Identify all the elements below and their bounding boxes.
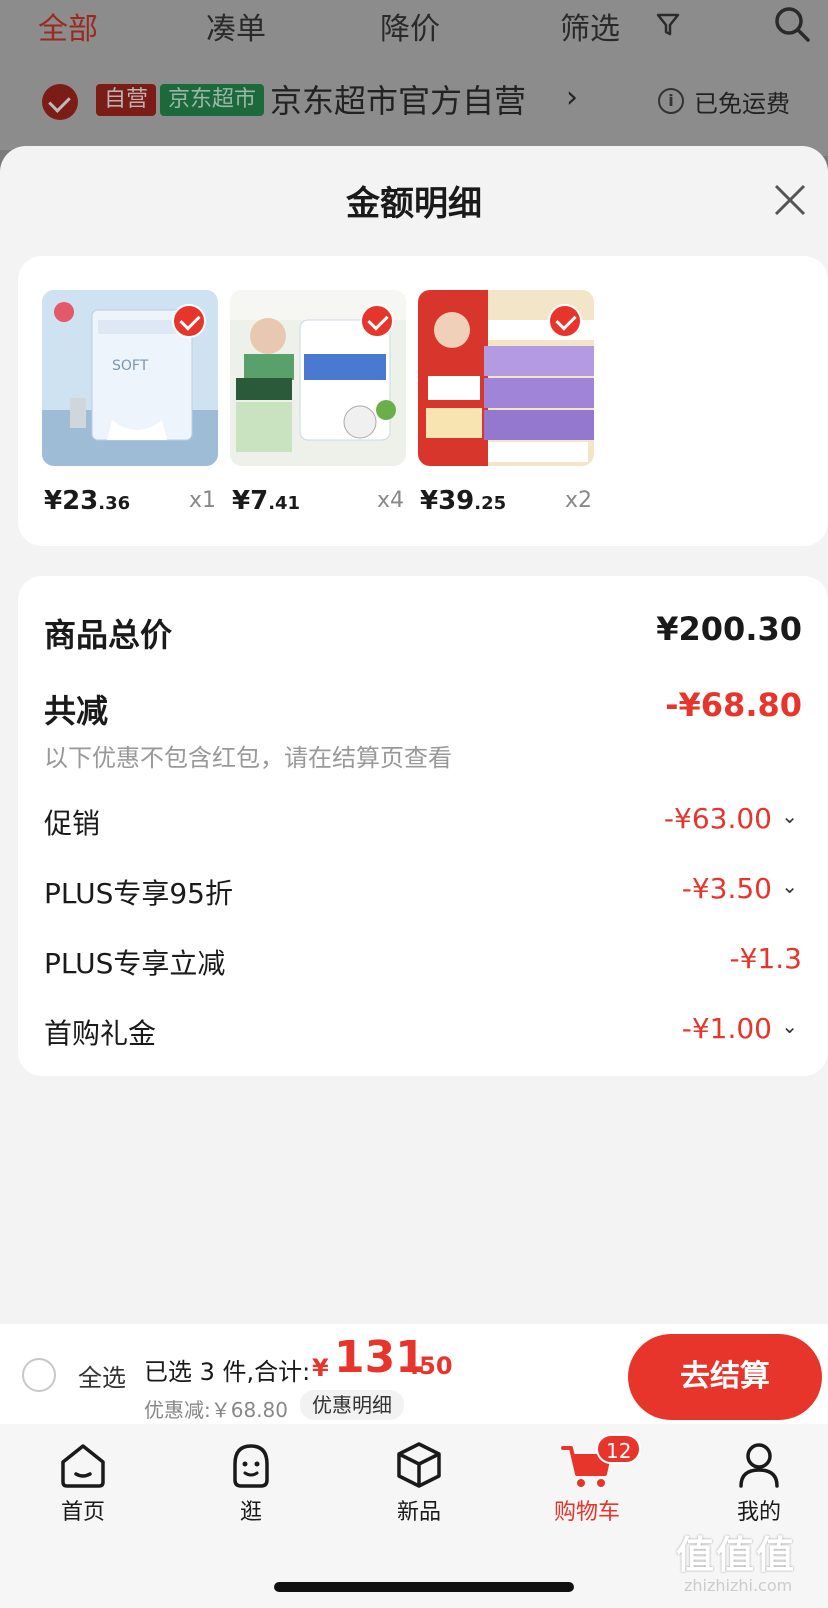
bottom-nav: 首页 逛 新品 12 购物车 我的 值值值 zhizhizhi.com [0,1424,828,1608]
nav-new[interactable]: 新品 [364,1440,474,1526]
nav-label: 首页 [60,1500,105,1525]
item-check-icon[interactable] [360,304,394,338]
tab-price-drop[interactable]: 降价 [380,4,440,48]
product-qty: x4 [376,488,404,513]
box-icon [397,1442,441,1488]
close-icon[interactable] [772,182,808,218]
promo-label[interactable]: 促销 [44,802,100,842]
product-item[interactable]: SOFT ¥23.36 x1 [42,290,218,516]
nav-label: 购物车 [553,1500,620,1525]
nav-mine[interactable]: 我的 [704,1440,814,1526]
store-header: 自营 京东超市 京东超市官方自营 › i 已免运费 [18,66,828,156]
store-name[interactable]: 京东超市官方自营 [270,76,526,122]
selected-items-card: SOFT ¥23.36 x1 ¥7.41 x4 ¥39.25 x2 [18,256,828,546]
nav-label: 逛 [239,1500,262,1525]
checkout-bar: 全选 已选 3 件,合计: ¥ 131 .50 优惠减:￥68.80 优惠明细 … [0,1324,828,1424]
product-image [418,290,594,466]
amount-detail-sheet: 金额明细 SOFT ¥23.36 x1 ¥7.41 x4 ¥39.25 x2 商… [0,146,828,1324]
nav-label: 新品 [396,1500,441,1525]
watermark-logo: 值值值 [676,1533,797,1577]
plus-reduce-value: -¥1.3 [729,942,802,975]
plus-reduce-label: PLUS专享立减 [44,947,226,980]
search-icon[interactable] [772,4,812,44]
item-check-icon[interactable] [548,304,582,338]
chevron-down-icon[interactable]: ⌄ [781,874,798,898]
shipping-status: 已免运费 [694,90,790,118]
discount-detail-button[interactable]: 优惠明细 [300,1390,404,1420]
tab-bundle[interactable]: 凑单 [206,4,266,48]
plus-discount-label[interactable]: PLUS专享95折 [44,872,233,912]
total-price-label: 商品总价 [44,616,173,654]
info-icon[interactable]: i [658,88,684,114]
product-item[interactable]: ¥7.41 x4 [230,290,406,516]
nav-cart[interactable]: 12 购物车 [532,1434,642,1526]
promo-value[interactable]: -¥63.00 [664,802,772,835]
face-icon [233,1444,269,1488]
svg-text:SOFT: SOFT [112,358,149,374]
total-currency: ¥ [312,1354,329,1382]
selected-count: 已选 3 件,合计: [144,1358,311,1386]
first-purchase-label[interactable]: 首购礼金 [44,1012,156,1052]
sheet-title: 金额明细 [346,184,482,224]
home-icon [61,1444,105,1488]
jd-supermarket-tag: 京东超市 [160,84,265,116]
total-reduce-label: 共减 [44,692,109,730]
self-operated-tag: 自营 [96,84,157,116]
chevron-right-icon: › [566,80,578,115]
total-price-value: ¥200.30 [656,610,802,648]
checkout-button[interactable]: 去结算 [628,1334,822,1420]
filter-icon[interactable] [656,12,680,38]
total-amount-decimal: .50 [410,1352,453,1380]
nav-home[interactable]: 首页 [28,1440,138,1526]
filter-tabs: 全部 凑单 降价 筛选 [0,0,828,60]
chevron-down-icon[interactable]: ⌄ [781,804,798,828]
tab-all[interactable]: 全部 [38,4,98,48]
product-qty: x1 [188,488,216,513]
product-item[interactable]: ¥39.25 x2 [418,290,594,516]
item-check-icon[interactable] [172,304,206,338]
discount-note: 以下优惠不包含红包，请在结算页查看 [44,744,452,772]
nav-browse[interactable]: 逛 [196,1440,306,1526]
plus-discount-value[interactable]: -¥3.50 [682,872,772,905]
store-checkbox[interactable] [42,84,78,120]
product-price: ¥39.25 [420,486,507,516]
nav-label: 我的 [736,1500,781,1525]
discount-amount: 优惠减:￥68.80 [144,1398,288,1422]
product-price: ¥23.36 [44,486,131,516]
tab-filter[interactable]: 筛选 [560,4,620,48]
product-price: ¥7.41 [232,486,301,516]
first-purchase-value[interactable]: -¥1.00 [682,1012,772,1045]
user-icon [739,1443,779,1488]
cart-count-badge: 12 [596,1434,642,1464]
home-indicator[interactable] [274,1582,574,1592]
price-summary-card: 商品总价 ¥200.30 共减 -¥68.80 以下优惠不包含红包，请在结算页查… [18,576,828,1076]
total-reduce-value: -¥68.80 [665,686,802,724]
select-all-radio[interactable] [22,1358,56,1392]
watermark-url: zhizhizhi.com [684,1576,793,1595]
select-all-label[interactable]: 全选 [78,1358,126,1393]
product-image [230,290,406,466]
product-image: SOFT [42,290,218,466]
chevron-down-icon[interactable]: ⌄ [781,1014,798,1038]
product-qty: x2 [564,488,592,513]
